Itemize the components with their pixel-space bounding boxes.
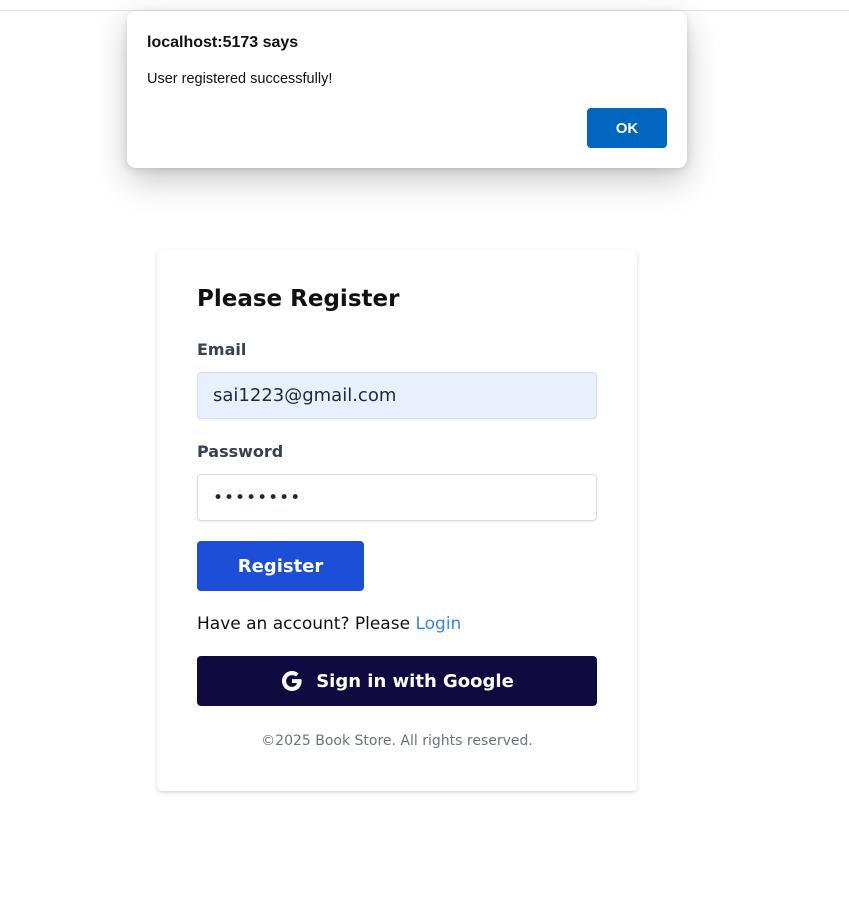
dialog-title: localhost:5173 says <box>147 34 299 51</box>
register-card: Please Register Email Password Register … <box>157 250 637 791</box>
login-prompt-text: Have an account? Please <box>197 614 416 634</box>
google-signin-button[interactable]: Sign in with Google <box>197 656 597 706</box>
dialog-message: User registered successfully! <box>147 71 333 87</box>
password-label: Password <box>197 442 284 461</box>
email-field[interactable] <box>197 372 597 419</box>
alert-dialog: localhost:5173 says User registered succ… <box>127 11 687 168</box>
login-link[interactable]: Login <box>415 614 461 634</box>
google-signin-label: Sign in with Google <box>316 670 514 692</box>
page-title: Please Register <box>197 286 400 312</box>
password-field[interactable] <box>197 474 597 521</box>
register-button[interactable]: Register <box>197 541 364 591</box>
login-prompt: Have an account? Please Login <box>197 612 461 636</box>
ok-button[interactable]: OK <box>587 108 667 148</box>
google-icon <box>280 669 304 693</box>
email-label: Email <box>197 340 247 359</box>
copyright-footer: ©2025 Book Store. All rights reserved. <box>261 733 533 749</box>
